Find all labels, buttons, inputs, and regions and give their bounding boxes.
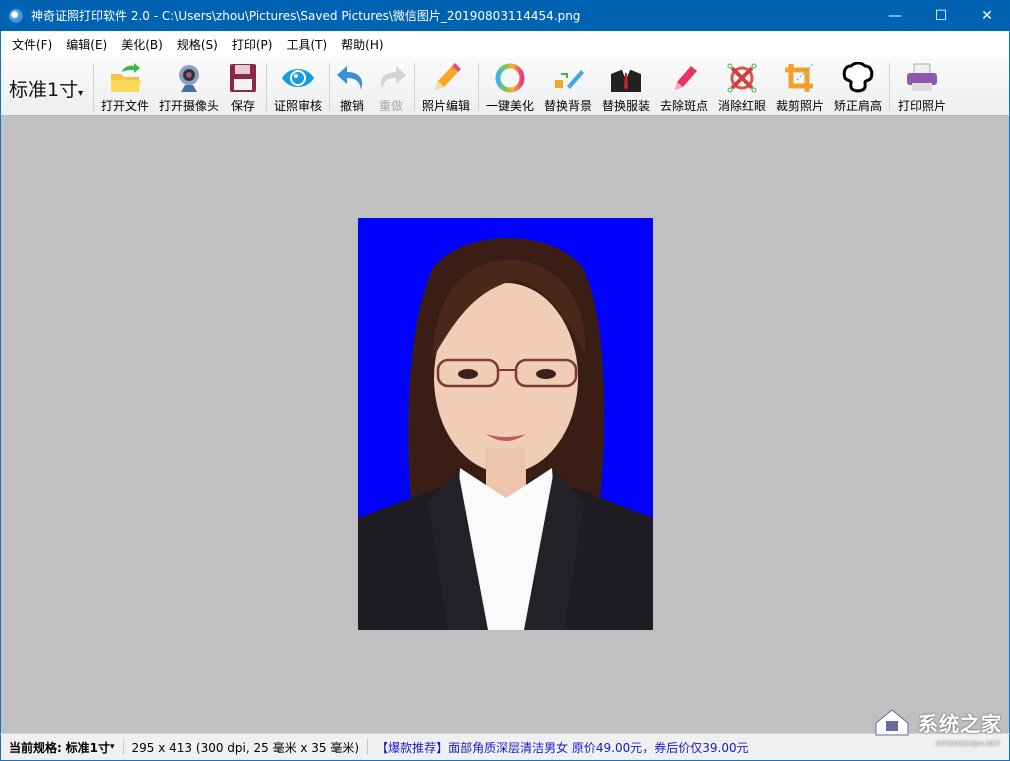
brush-swap-icon xyxy=(551,62,585,94)
button-label: 保存 xyxy=(231,97,255,114)
spec-label: 当前规格: xyxy=(9,739,62,756)
replace-background-button[interactable]: 替换背景 xyxy=(543,62,593,114)
chevron-down-icon: ▾ xyxy=(78,88,83,99)
button-label: 打印照片 xyxy=(898,97,946,114)
window-title: 神奇证照打印软件 2.0 - C:\Users\zhou\Pictures\Sa… xyxy=(31,7,580,24)
button-label: 重做 xyxy=(379,97,403,114)
crop-photo-button[interactable]: 裁剪照片 xyxy=(775,62,825,114)
id-photo[interactable] xyxy=(358,218,653,630)
separator xyxy=(329,63,330,111)
chevron-down-icon: ▾ xyxy=(110,742,115,752)
eye-icon xyxy=(281,62,315,94)
separator xyxy=(266,63,267,111)
separator xyxy=(478,63,479,111)
size-select[interactable]: 标准1寸▾ xyxy=(9,75,83,102)
correct-shoulder-button[interactable]: 矫正肩高 xyxy=(833,62,883,114)
id-check-button[interactable]: 证照审核 xyxy=(273,62,323,114)
remove-spots-button[interactable]: 去除斑点 xyxy=(659,62,709,114)
button-label: 去除斑点 xyxy=(660,97,708,114)
floppy-disk-icon xyxy=(226,62,260,94)
size-select-value: 标准1寸 xyxy=(9,79,78,101)
title-bar: 神奇证照打印软件 2.0 - C:\Users\zhou\Pictures\Sa… xyxy=(0,0,1010,31)
promo-link[interactable]: 【爆款推荐】面部角质深层清洁男女 原价49.00元，券后价仅39.00元 xyxy=(368,739,757,755)
menu-spec[interactable]: 规格(S) xyxy=(170,36,225,53)
button-label: 证照审核 xyxy=(274,97,322,114)
close-button[interactable]: ✕ xyxy=(964,0,1010,31)
status-bar: 当前规格: 标准1寸▾ 295 x 413 (300 dpi, 25 毫米 x … xyxy=(0,733,1010,761)
button-label: 矫正肩高 xyxy=(834,97,882,114)
eraser-pen-icon xyxy=(667,62,701,94)
app-icon xyxy=(9,9,23,23)
button-label: 照片编辑 xyxy=(422,97,470,114)
pencil-icon xyxy=(429,62,463,94)
redo-button[interactable]: 重做 xyxy=(375,62,407,114)
red-eye-icon xyxy=(725,62,759,94)
separator xyxy=(93,63,94,111)
menu-tools[interactable]: 工具(T) xyxy=(279,36,334,53)
shoulder-icon xyxy=(841,62,875,94)
menu-bar: 文件(F) 编辑(E) 美化(B) 规格(S) 打印(P) 工具(T) 帮助(H… xyxy=(0,31,1010,58)
print-photo-button[interactable]: 打印照片 xyxy=(897,62,947,114)
portrait-image xyxy=(358,218,653,630)
remove-red-eye-button[interactable]: 消除红眼 xyxy=(717,62,767,114)
color-ring-icon xyxy=(493,62,527,94)
button-label: 替换背景 xyxy=(544,97,592,114)
save-button[interactable]: 保存 xyxy=(227,62,259,114)
minimize-button[interactable]: — xyxy=(872,0,918,31)
button-label: 撤销 xyxy=(340,97,364,114)
maximize-button[interactable]: ☐ xyxy=(918,0,964,31)
separator xyxy=(414,63,415,111)
menu-file[interactable]: 文件(F) xyxy=(5,36,59,53)
spec-value: 标准1寸 xyxy=(66,739,110,756)
undo-icon xyxy=(335,62,369,94)
watermark-text: 系统之家 xyxy=(918,708,1002,737)
folder-open-icon xyxy=(108,62,142,94)
button-label: 打开文件 xyxy=(101,97,149,114)
undo-button[interactable]: 撤销 xyxy=(337,62,367,114)
open-file-button[interactable]: 打开文件 xyxy=(100,62,150,114)
watermark-subtext: XITONGZHIJIA.NET xyxy=(936,740,1000,748)
button-label: 替换服装 xyxy=(602,97,650,114)
webcam-icon xyxy=(172,62,206,94)
printer-icon xyxy=(905,62,939,94)
suit-icon xyxy=(609,62,643,94)
menu-beautify[interactable]: 美化(B) xyxy=(114,36,170,53)
button-label: 打开摄像头 xyxy=(159,97,219,114)
photo-edit-button[interactable]: 照片编辑 xyxy=(420,62,472,114)
button-label: 消除红眼 xyxy=(718,97,766,114)
open-camera-button[interactable]: 打开摄像头 xyxy=(157,62,221,114)
menu-print[interactable]: 打印(P) xyxy=(225,36,280,53)
button-label: 一键美化 xyxy=(486,97,534,114)
redo-icon xyxy=(374,62,408,94)
watermark-logo: 系统之家 XITONGZHIJIA.NET xyxy=(872,707,1002,737)
one-click-beautify-button[interactable]: 一键美化 xyxy=(485,62,535,114)
button-label: 裁剪照片 xyxy=(776,97,824,114)
crop-icon xyxy=(783,62,817,94)
canvas-area xyxy=(0,116,1010,733)
dimensions-info: 295 x 413 (300 dpi, 25 毫米 x 35 毫米) xyxy=(124,739,369,755)
house-logo-icon xyxy=(872,707,912,737)
separator xyxy=(889,63,890,111)
toolbar: 标准1寸▾ 打开文件 打开摄像头 保存 证照审核 撤销 重做 照片编辑 一键美化… xyxy=(0,58,1010,116)
replace-clothing-button[interactable]: 替换服装 xyxy=(601,62,651,114)
menu-help[interactable]: 帮助(H) xyxy=(334,36,390,53)
menu-edit[interactable]: 编辑(E) xyxy=(59,36,114,53)
spec-selector[interactable]: 当前规格: 标准1寸▾ xyxy=(1,739,124,755)
